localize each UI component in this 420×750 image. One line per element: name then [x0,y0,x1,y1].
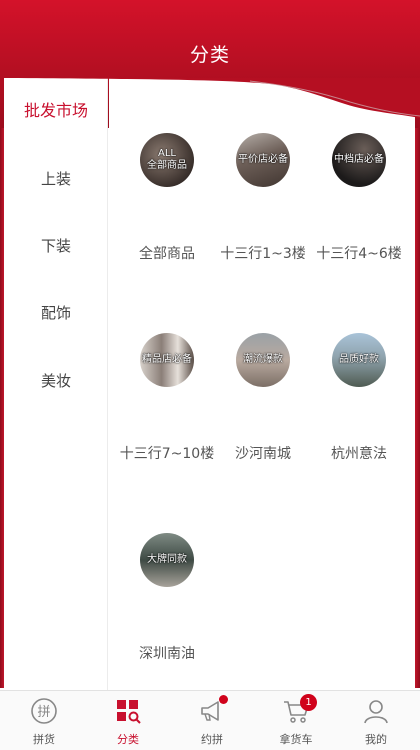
category-thumbnail: 精品店必备 [140,333,194,387]
category-label: 十三行7~10楼 [119,446,215,462]
thumbnail-caption: 品质好款 [339,354,379,365]
category-thumbnail: 潮流爆款 [236,333,290,387]
tab-label: 约拼 [201,733,223,746]
category-item-shisanhang-1-3[interactable]: 平价店必备 十三行1~3楼 [213,133,313,263]
thumbnail-caption: 大牌同款 [147,554,187,565]
category-thumbnail: 平价店必备 [236,133,290,187]
category-sidebar: 批发市场 上装 下装 配饰 美妆 [4,78,108,690]
category-item-shisanhang-4-6[interactable]: 中档店必备 十三行4~6楼 [309,133,409,263]
tab-profile[interactable]: 我的 [334,691,418,750]
user-icon [364,700,388,724]
thumbnail-caption: 中档店必备 [334,154,384,165]
thumbnail-caption: 平价店必备 [238,154,288,165]
pin-circle-icon: 拼 [31,698,57,724]
sidebar-item-label: 配饰 [40,304,71,322]
category-thumbnail: 大牌同款 [140,533,194,587]
tab-label: 我的 [365,733,387,746]
category-item-all[interactable]: ALL 全部商品 全部商品 [117,133,217,263]
sidebar-item-tops[interactable]: 上装 [4,159,108,199]
thumbnail-caption: 精品店必备 [142,354,192,365]
svg-text:拼: 拼 [37,705,50,720]
tab-label: 拼货 [33,733,55,746]
sidebar-item-label: 上装 [40,170,71,188]
app-root: 分类 批发市场 上装 下装 配饰 美妆 ALL 全部商品 全部商品 平价店必备 … [0,0,420,750]
sidebar-item-bottoms[interactable]: 下装 [4,226,108,266]
category-label: 十三行1~3楼 [220,246,306,262]
tab-yuepin[interactable]: 约拼 [170,691,254,750]
category-thumbnail: 中档店必备 [332,133,386,187]
category-thumbnail: ALL 全部商品 [140,133,194,187]
category-item-shisanhang-7-10[interactable]: 精品店必备 十三行7~10楼 [117,333,217,463]
page-title: 分类 [189,44,230,66]
category-item-hangzhou-yifa[interactable]: 品质好款 杭州意法 [309,333,409,463]
category-thumbnail: 品质好款 [332,333,386,387]
bottom-tab-bar: 拼 拼货 分类 约拼 1 拿货车 我的 [0,690,420,750]
right-edge-shadow [415,128,420,688]
tab-pinhuo[interactable]: 拼 拼货 [2,691,86,750]
tab-label: 拿货车 [279,733,313,746]
tab-category[interactable]: 分类 [86,691,170,750]
sidebar-item-label: 美妆 [40,372,71,390]
category-label: 杭州意法 [331,446,387,462]
thumbnail-caption: 潮流爆款 [243,354,283,365]
category-label: 沙河南城 [235,446,291,462]
notification-dot [219,695,228,704]
sidebar-item-label: 下装 [40,237,71,255]
header-curl-decoration [0,78,420,118]
category-label: 全部商品 [139,246,195,262]
thumbnail-caption-primary: ALL [158,148,176,159]
category-label: 深圳南油 [139,646,195,662]
category-grid: ALL 全部商品 全部商品 平价店必备 十三行1~3楼 中档店必备 十三行4~6… [109,78,415,690]
tab-label: 分类 [117,733,139,746]
sidebar-item-accessories[interactable]: 配饰 [4,293,108,333]
category-grid-icon [117,700,141,724]
thumbnail-caption: 全部商品 [147,160,187,171]
sidebar-item-cosmetics[interactable]: 美妆 [4,361,108,401]
category-label: 十三行4~6楼 [316,246,402,262]
tab-cart[interactable]: 1 拿货车 [254,691,338,750]
cart-count-badge: 1 [300,694,317,711]
category-item-shenzhen-nanyou[interactable]: 大牌同款 深圳南油 [117,533,217,663]
category-item-shahe-nancheng[interactable]: 潮流爆款 沙河南城 [213,333,313,463]
